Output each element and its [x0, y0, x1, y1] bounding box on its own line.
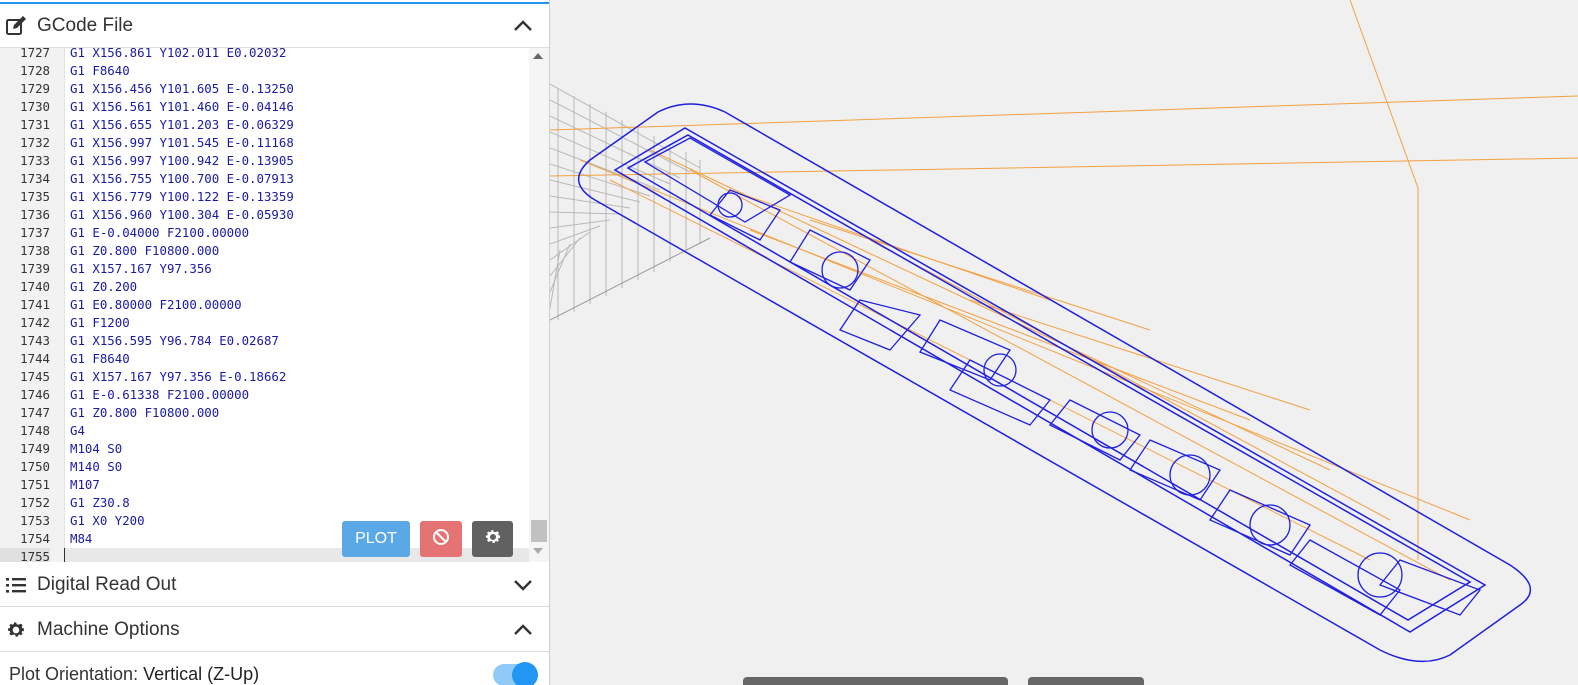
gcode-panel-title: GCode File — [37, 14, 134, 36]
code-line[interactable]: G1 X156.755 Y100.700 E-0.07913 — [70, 170, 294, 188]
dro-panel-header[interactable]: Digital Read Out — [0, 563, 549, 607]
gcode-editor[interactable]: 1727 1728 1729 1730 1731 1732 1733 1734 1735 1736… — [0, 48, 549, 562]
code-line[interactable]: G1 X156.861 Y102.011 E0.02032 — [70, 48, 286, 62]
chevron-down-icon[interactable] — [511, 573, 535, 597]
scroll-up-icon[interactable] — [533, 53, 543, 59]
plot-orientation-text: Plot Orientation: Vertical (Z-Up) — [9, 664, 259, 685]
plot-orientation-row: Plot Orientation: Vertical (Z-Up) — [0, 656, 549, 685]
code-line[interactable]: G1 X157.167 Y97.356 E-0.18662 — [70, 368, 286, 386]
line-number: 1751 — [20, 477, 50, 492]
line-number: 1746 — [20, 387, 50, 402]
code-line[interactable]: G1 E-0.04000 F2100.00000 — [70, 224, 249, 242]
cancel-button[interactable] — [420, 521, 462, 557]
line-number: 1742 — [20, 315, 50, 330]
line-number: 1737 — [20, 225, 50, 240]
left-panel: GCode File 1727 1728 1729 1730 1731 1732 1733 1… — [0, 0, 550, 685]
line-number: 1745 — [20, 369, 50, 384]
edit-icon — [5, 15, 27, 37]
code-line[interactable]: G1 X156.595 Y96.784 E0.02687 — [70, 332, 279, 350]
code-line[interactable]: G1 X156.456 Y101.605 E-0.13250 — [70, 80, 294, 98]
line-number: 1752 — [20, 495, 50, 510]
letter-toolpaths — [643, 137, 1482, 616]
viewport-tab[interactable] — [743, 677, 1008, 685]
code-lines[interactable]: G1 X156.861 Y102.011 E0.02032 G1 F8640 G1 … — [64, 48, 529, 562]
code-line[interactable]: G1 F8640 — [70, 350, 130, 368]
machine-options-header[interactable]: Machine Options — [0, 608, 549, 652]
gcode-panel-header[interactable]: GCode File — [0, 2, 549, 48]
gear-icon — [484, 528, 502, 551]
code-line[interactable]: G1 X0 Y200 — [70, 512, 145, 530]
code-line[interactable]: G4 — [70, 422, 85, 440]
line-number: 1733 — [20, 153, 50, 168]
cancel-icon — [432, 528, 450, 551]
line-number-gutter: 1727 1728 1729 1730 1731 1732 1733 1734 1735 1736… — [0, 48, 65, 562]
line-number: 1739 — [20, 261, 50, 276]
plot-orientation-toggle[interactable] — [493, 662, 538, 685]
line-number: 1747 — [20, 405, 50, 420]
code-line[interactable]: G1 Z30.8 — [70, 494, 130, 512]
plot-button[interactable]: PLOT — [342, 521, 410, 557]
line-number: 1731 — [20, 117, 50, 132]
code-line[interactable]: G1 E-0.61338 F2100.00000 — [70, 386, 249, 404]
toolpath-view[interactable] — [550, 0, 1578, 685]
code-line[interactable]: M140 S0 — [70, 458, 122, 476]
plot-orientation-label: Plot Orientation: — [9, 664, 139, 684]
chevron-up-icon[interactable] — [511, 14, 535, 38]
line-number: 1749 — [20, 441, 50, 456]
code-line[interactable]: M107 — [70, 476, 100, 494]
code-line[interactable]: G1 X156.997 Y101.545 E-0.11168 — [70, 134, 294, 152]
settings-button[interactable] — [472, 521, 513, 557]
line-number: 1732 — [20, 135, 50, 150]
line-number: 1740 — [20, 279, 50, 294]
line-number: 1755 — [0, 548, 50, 562]
line-number: 1750 — [20, 459, 50, 474]
code-line[interactable]: G1 F1200 — [70, 314, 130, 332]
code-line[interactable]: G1 X156.779 Y100.122 E-0.13359 — [70, 188, 294, 206]
line-number: 1729 — [20, 81, 50, 96]
machine-options-title: Machine Options — [37, 618, 180, 640]
code-line[interactable]: G1 X156.561 Y101.460 E-0.04146 — [70, 98, 294, 116]
toolpath-outline — [578, 103, 1532, 663]
line-number: 1741 — [20, 297, 50, 312]
line-number: 1743 — [20, 333, 50, 348]
line-number: 1748 — [20, 423, 50, 438]
code-line[interactable]: M104 S0 — [70, 440, 122, 458]
scroll-down-icon[interactable] — [533, 548, 543, 554]
code-line[interactable]: M84 — [70, 530, 92, 548]
line-number: 1735 — [20, 189, 50, 204]
line-number: 1728 — [20, 63, 50, 78]
scrollbar-thumb[interactable] — [531, 520, 547, 542]
code-line[interactable]: G1 F8640 — [70, 62, 130, 80]
code-line[interactable]: G1 X156.997 Y100.942 E-0.13905 — [70, 152, 294, 170]
line-number: 1736 — [20, 207, 50, 222]
line-number: 1734 — [20, 171, 50, 186]
line-number: 1753 — [20, 513, 50, 528]
line-number: 1744 — [20, 351, 50, 366]
viewport-tab[interactable] — [1028, 677, 1144, 685]
code-line[interactable]: G1 Z0.800 F10800.000 — [70, 242, 219, 260]
chevron-up-icon[interactable] — [511, 618, 535, 642]
3d-viewport[interactable] — [550, 0, 1578, 685]
line-number: 1727 — [20, 48, 50, 60]
dro-panel-title: Digital Read Out — [37, 573, 177, 595]
code-line[interactable]: G1 E0.80000 F2100.00000 — [70, 296, 242, 314]
code-line[interactable]: G1 X156.655 Y101.203 E-0.06329 — [70, 116, 294, 134]
line-number: 1738 — [20, 243, 50, 258]
gear-icon — [5, 619, 27, 641]
code-line[interactable]: G1 Z0.800 F10800.000 — [70, 404, 219, 422]
list-icon — [5, 574, 27, 596]
code-line[interactable]: G1 X157.167 Y97.356 — [70, 260, 212, 278]
toggle-knob[interactable] — [512, 662, 538, 685]
travel-moves — [550, 0, 1578, 581]
plot-orientation-value: Vertical (Z-Up) — [143, 664, 260, 684]
editor-scrollbar[interactable] — [529, 48, 549, 562]
line-number: 1730 — [20, 99, 50, 114]
code-line[interactable]: G1 Z0.200 — [70, 278, 137, 296]
code-line[interactable]: G1 X156.960 Y100.304 E-0.05930 — [70, 206, 294, 224]
line-number: 1754 — [20, 531, 50, 546]
